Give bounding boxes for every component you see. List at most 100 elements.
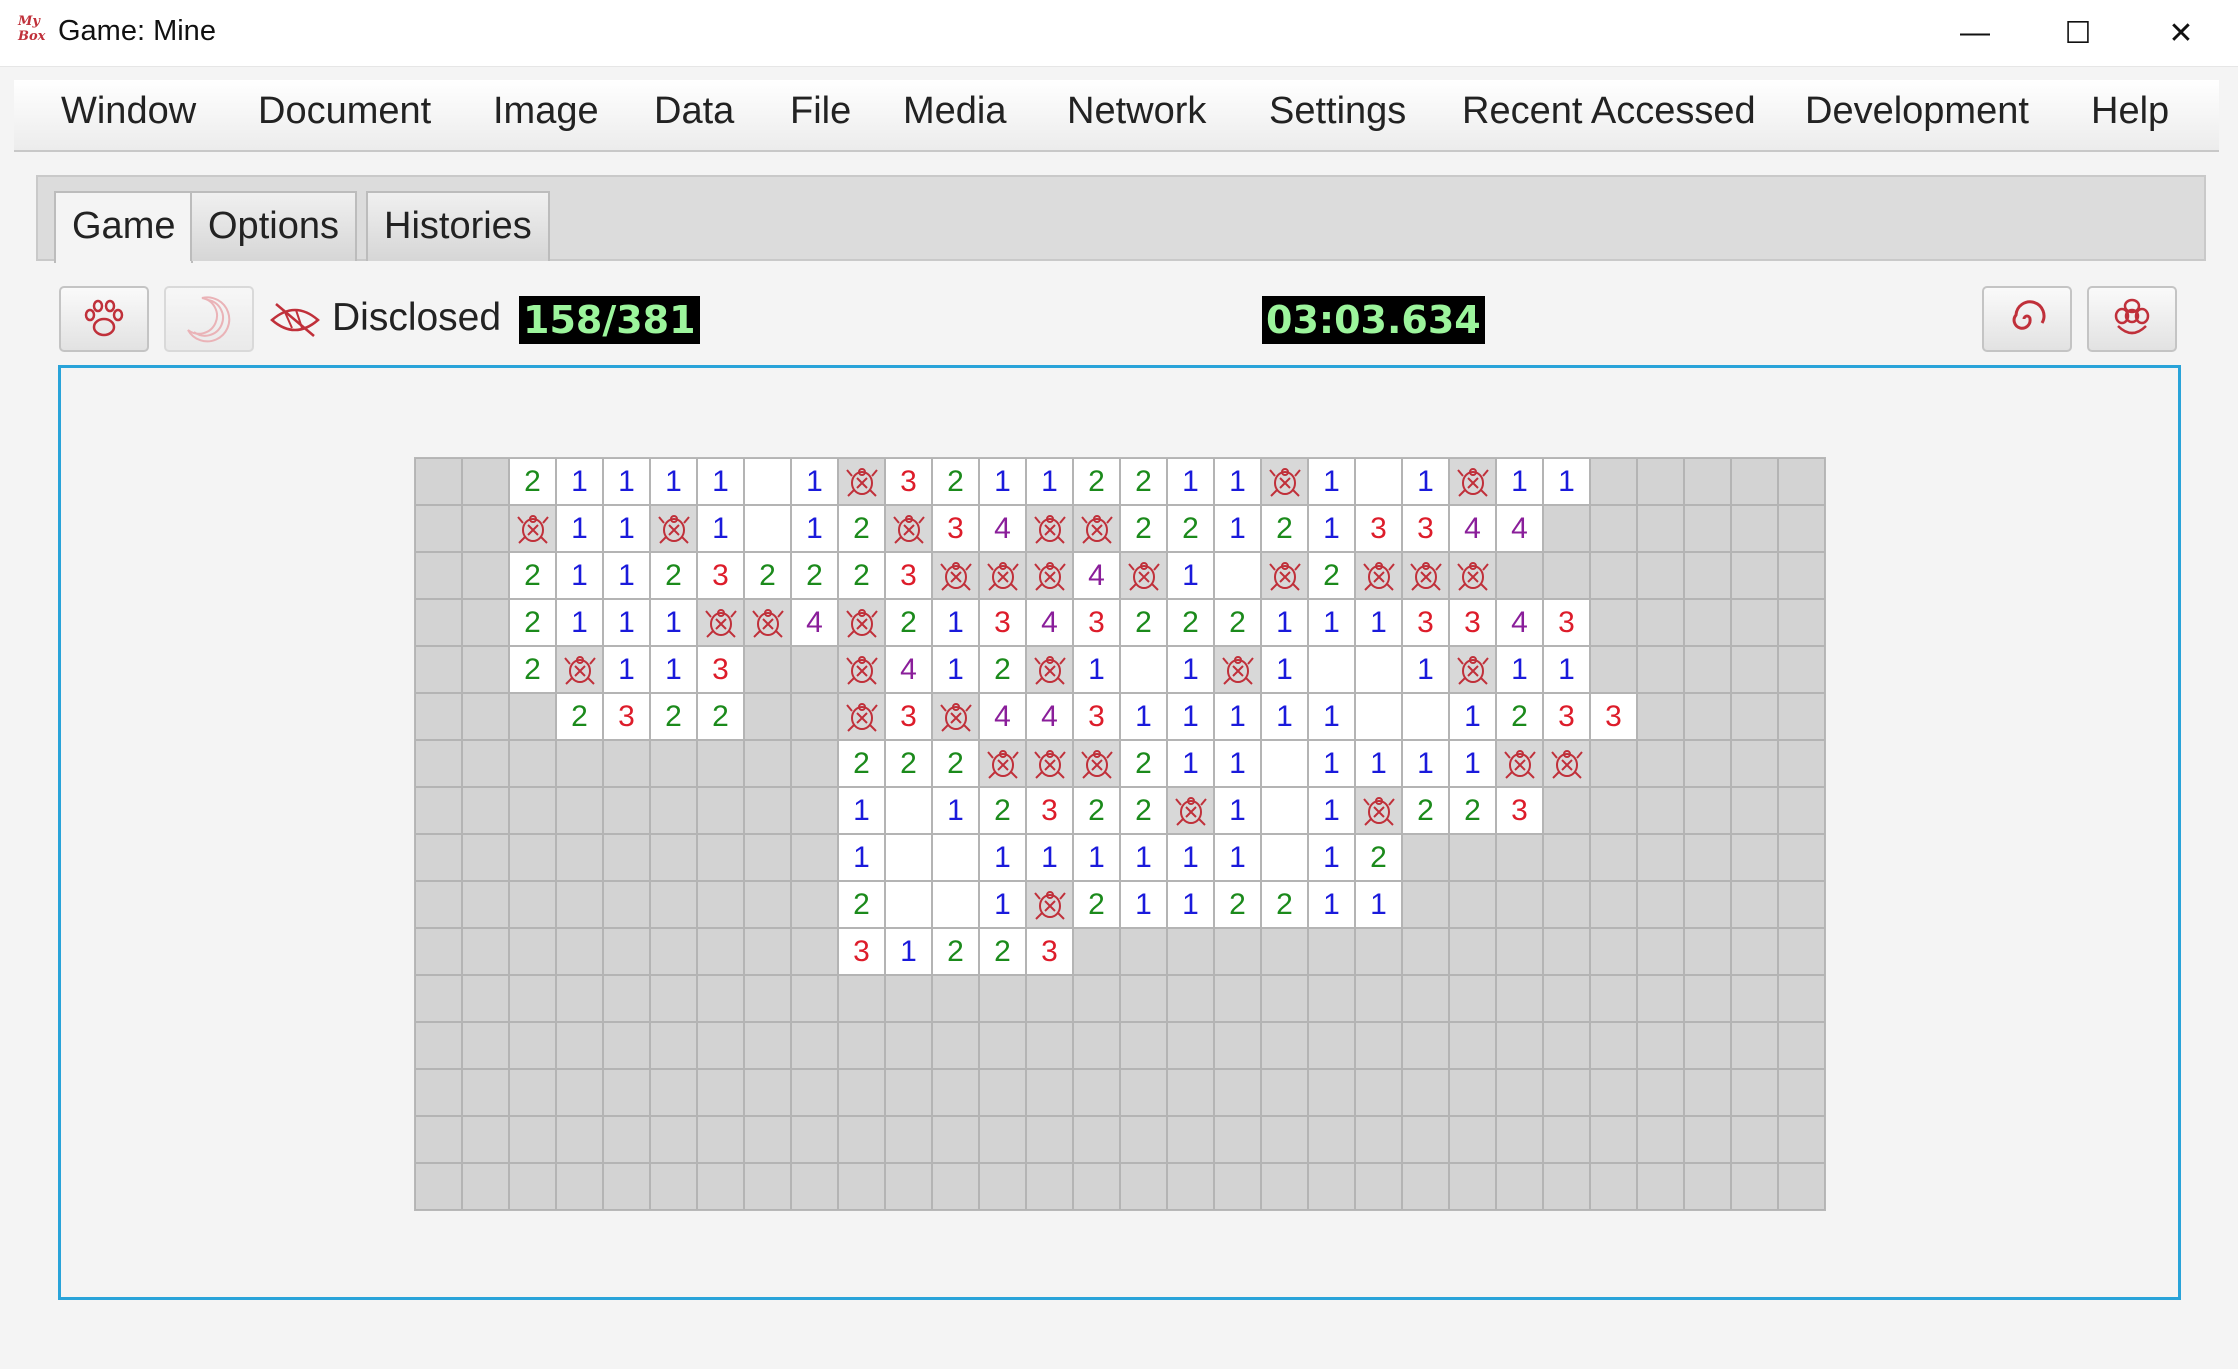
mine-cell[interactable] (1073, 975, 1120, 1022)
mine-cell[interactable] (791, 928, 838, 975)
mine-cell[interactable] (1261, 975, 1308, 1022)
mine-cell[interactable] (1637, 928, 1684, 975)
mine-cell[interactable] (1308, 1163, 1355, 1210)
mine-cell[interactable] (1214, 975, 1261, 1022)
mine-cell[interactable] (1261, 1022, 1308, 1069)
mine-cell[interactable] (885, 505, 932, 552)
mine-cell[interactable]: 2 (1120, 458, 1167, 505)
mine-cell[interactable] (1778, 787, 1825, 834)
mine-cell[interactable]: 2 (1402, 787, 1449, 834)
mine-cell[interactable] (1637, 1163, 1684, 1210)
mine-cell[interactable] (415, 928, 462, 975)
mine-cell[interactable] (1073, 928, 1120, 975)
mine-cell[interactable] (932, 1069, 979, 1116)
mine-cell[interactable]: 1 (1167, 646, 1214, 693)
mine-cell[interactable] (650, 1069, 697, 1116)
mine-cell[interactable] (1731, 646, 1778, 693)
mine-cell[interactable]: 2 (885, 599, 932, 646)
mine-cell[interactable] (697, 599, 744, 646)
mine-cell[interactable] (1073, 505, 1120, 552)
mine-cell[interactable]: 2 (838, 552, 885, 599)
mine-cell[interactable] (1590, 928, 1637, 975)
mine-cell[interactable] (1167, 975, 1214, 1022)
mine-cell[interactable] (1026, 975, 1073, 1022)
mine-cell[interactable] (509, 787, 556, 834)
mine-cell[interactable] (556, 740, 603, 787)
mine-cell[interactable] (1590, 787, 1637, 834)
mine-cell[interactable]: 1 (838, 787, 885, 834)
mine-cell[interactable] (1731, 740, 1778, 787)
mine-cell[interactable] (415, 740, 462, 787)
mine-cell[interactable] (1731, 1163, 1778, 1210)
mine-cell[interactable] (509, 1116, 556, 1163)
mine-cell[interactable] (1167, 787, 1214, 834)
mine-cell[interactable]: 4 (885, 646, 932, 693)
mine-cell[interactable] (697, 928, 744, 975)
mine-cell[interactable] (1120, 552, 1167, 599)
mine-cell[interactable] (1543, 1116, 1590, 1163)
mine-cell[interactable] (1308, 975, 1355, 1022)
mine-cell[interactable] (838, 458, 885, 505)
mine-cell[interactable] (1120, 1116, 1167, 1163)
mine-cell[interactable] (744, 1022, 791, 1069)
maximize-button[interactable]: ☐ (2028, 0, 2128, 66)
mine-cell[interactable] (1590, 646, 1637, 693)
mine-cell[interactable] (415, 599, 462, 646)
mine-cell[interactable]: 1 (556, 505, 603, 552)
mine-cell[interactable] (415, 505, 462, 552)
mine-cell[interactable] (1167, 928, 1214, 975)
mine-cell[interactable] (1308, 646, 1355, 693)
swirl-button[interactable] (1982, 286, 2072, 352)
mine-cell[interactable] (1684, 975, 1731, 1022)
mine-cell[interactable] (462, 740, 509, 787)
mine-cell[interactable] (697, 1022, 744, 1069)
mine-cell[interactable] (1778, 1163, 1825, 1210)
mine-cell[interactable] (1590, 834, 1637, 881)
mine-cell[interactable] (1543, 975, 1590, 1022)
mine-cell[interactable] (1214, 1022, 1261, 1069)
mine-cell[interactable] (1684, 834, 1731, 881)
mine-cell[interactable] (791, 646, 838, 693)
mine-cell[interactable]: 1 (1355, 881, 1402, 928)
mine-cell[interactable] (744, 646, 791, 693)
mine-cell[interactable] (885, 975, 932, 1022)
mine-cell[interactable]: 1 (697, 458, 744, 505)
mine-cell[interactable]: 1 (1167, 458, 1214, 505)
mine-cell[interactable] (1402, 1116, 1449, 1163)
mine-cell[interactable] (603, 787, 650, 834)
mine-cell[interactable] (650, 505, 697, 552)
mine-cell[interactable]: 3 (1543, 693, 1590, 740)
mine-cell[interactable]: 1 (1308, 458, 1355, 505)
mine-cell[interactable] (462, 787, 509, 834)
mine-cell[interactable]: 1 (1167, 552, 1214, 599)
mine-cell[interactable] (1778, 834, 1825, 881)
mine-cell[interactable] (1449, 975, 1496, 1022)
mine-cell[interactable]: 1 (1214, 458, 1261, 505)
menu-data[interactable]: Data (654, 90, 734, 133)
mine-cell[interactable] (744, 458, 791, 505)
mine-cell[interactable]: 1 (1167, 881, 1214, 928)
menu-development[interactable]: Development (1805, 90, 2029, 133)
mine-cell[interactable] (1120, 646, 1167, 693)
mine-cell[interactable]: 3 (1026, 928, 1073, 975)
mine-cell[interactable] (556, 928, 603, 975)
mine-cell[interactable] (1637, 1116, 1684, 1163)
mine-cell[interactable] (1308, 1022, 1355, 1069)
mine-cell[interactable] (1449, 928, 1496, 975)
mine-cell[interactable]: 2 (509, 552, 556, 599)
mine-cell[interactable] (650, 975, 697, 1022)
mine-cell[interactable] (1778, 975, 1825, 1022)
mine-cell[interactable]: 1 (1449, 693, 1496, 740)
mine-cell[interactable] (556, 787, 603, 834)
mine-cell[interactable] (1731, 552, 1778, 599)
mine-cell[interactable] (415, 975, 462, 1022)
mine-cell[interactable]: 1 (932, 599, 979, 646)
mine-cell[interactable]: 1 (979, 458, 1026, 505)
mine-cell[interactable] (791, 834, 838, 881)
mine-cell[interactable] (791, 787, 838, 834)
menu-help[interactable]: Help (2091, 90, 2169, 133)
mine-cell[interactable] (1073, 1022, 1120, 1069)
mine-cell[interactable] (1637, 834, 1684, 881)
mine-cell[interactable] (1684, 693, 1731, 740)
mine-cell[interactable] (1778, 928, 1825, 975)
